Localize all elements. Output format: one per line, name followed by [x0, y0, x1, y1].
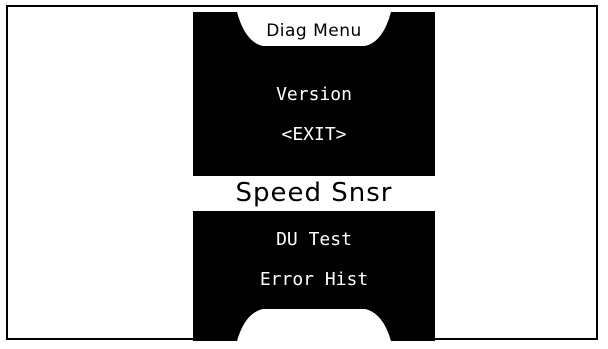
lower-menu-panel: DU Test Error Hist	[193, 211, 435, 341]
bottom-tab-shape	[237, 309, 391, 341]
menu-item-exit[interactable]: <EXIT>	[193, 124, 435, 146]
menu-item-du-test[interactable]: DU Test	[193, 229, 435, 251]
menu-item-selected-speed-snsr[interactable]: Speed Snsr	[193, 176, 435, 211]
menu-item-error-hist[interactable]: Error Hist	[193, 269, 435, 291]
diagram-frame: Diag Menu Version <EXIT> Speed Snsr DU T…	[6, 5, 598, 341]
menu-title: Diag Menu	[266, 21, 362, 41]
lcd-display: Diag Menu Version <EXIT> Speed Snsr DU T…	[193, 12, 435, 341]
menu-item-version[interactable]: Version	[193, 84, 435, 106]
upper-menu-panel: Diag Menu Version <EXIT>	[193, 12, 435, 176]
